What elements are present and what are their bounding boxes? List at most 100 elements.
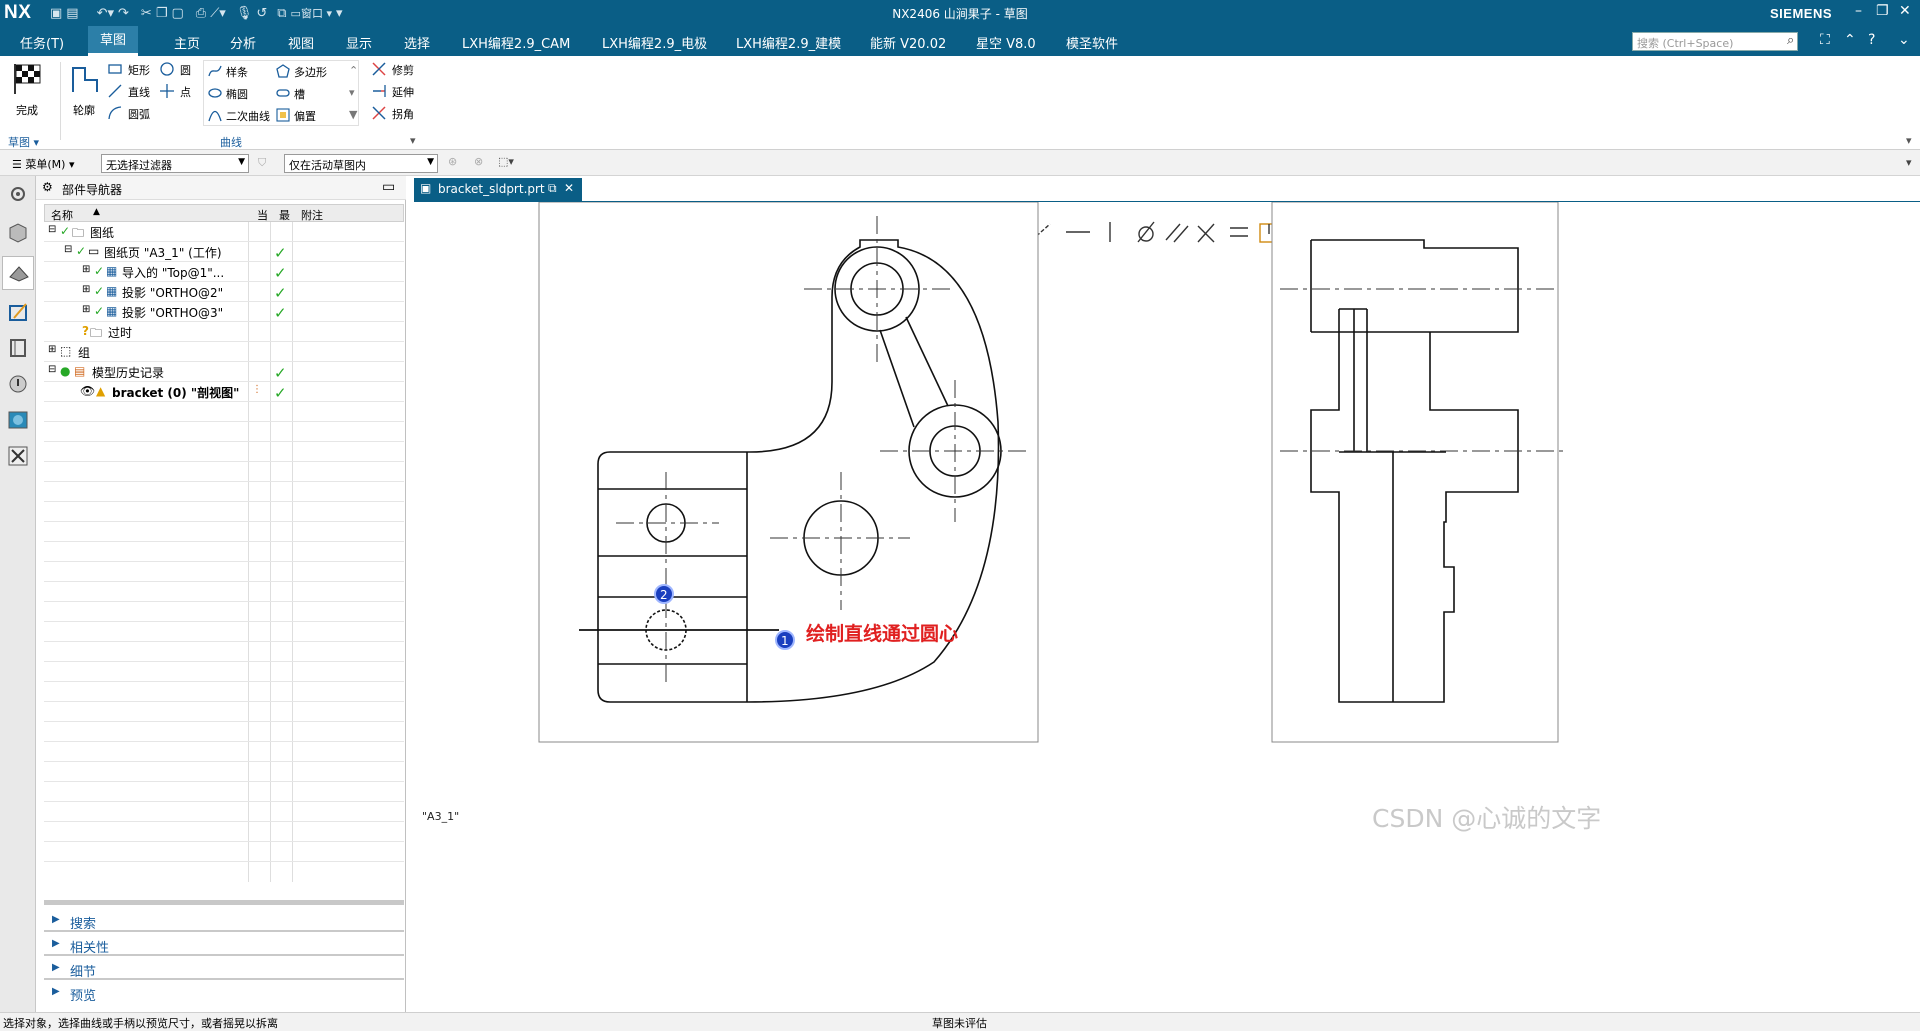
tab-view[interactable]: 视图	[288, 33, 314, 52]
section-details[interactable]: ▶ 细节	[44, 958, 404, 980]
close-icon[interactable]: ✕	[1899, 3, 1911, 19]
tree-row-imported-view[interactable]: ⊞ ✓ ▦ 导入的 "Top@1"... ✓	[44, 262, 404, 282]
collapse-icon[interactable]: ⊟	[48, 224, 56, 235]
pin-icon[interactable]: ⧉	[548, 181, 557, 196]
polygon-tool[interactable]: 多边形	[276, 62, 342, 80]
tab-display[interactable]: 显示	[346, 33, 372, 52]
minimize-icon[interactable]: –	[1855, 3, 1862, 19]
tab-xingkong[interactable]: 星空 V8.0	[976, 33, 1036, 52]
column-name[interactable]: 名称	[51, 207, 73, 223]
section-search[interactable]: ▶ 搜索	[44, 910, 404, 932]
equal-length-icon[interactable]	[1230, 227, 1248, 237]
column-latest[interactable]: 最	[279, 207, 290, 223]
sketch-group-label[interactable]: 草图 ▾	[8, 134, 39, 150]
expand-icon[interactable]: ⊞	[48, 344, 56, 355]
tree-row-model-history[interactable]: ⊟ ● ▤ 模型历史记录 ✓	[44, 362, 404, 382]
finish-button[interactable]: 完成	[8, 60, 48, 124]
expand-icon[interactable]: ⊞	[82, 304, 90, 315]
ellipse-tool[interactable]: 椭圆	[208, 84, 274, 102]
search-icon[interactable]: ⌕	[1787, 33, 1794, 48]
tree-row-projection-3[interactable]: ⊞ ✓ ▦ 投影 "ORTHO@3" ✓	[44, 302, 404, 322]
spline-tool[interactable]: 样条	[208, 62, 274, 80]
tab-home[interactable]: 主页	[174, 33, 200, 52]
outline-button[interactable]: 轮廓	[66, 60, 104, 124]
tree-row-bracket-sketch[interactable]: 👁 ▲ bracket (0) "剖视图" ⋮ ✓	[44, 382, 404, 402]
selection-intent-icon[interactable]: ⬚▾	[498, 155, 514, 168]
expand-icon[interactable]: ⊞	[82, 264, 90, 275]
curve-group-more-icon[interactable]: ▾	[410, 134, 416, 147]
tree-row-group[interactable]: ⊞ ⬚ 组	[44, 342, 404, 362]
snap-point-icon[interactable]: ⊛	[448, 155, 457, 168]
offset-tool[interactable]: 偏置	[276, 106, 342, 124]
menu-button[interactable]: ☰ 菜单(M) ▾	[12, 156, 74, 172]
collapse-ribbon-icon[interactable]: ⌃	[1844, 32, 1856, 48]
reuse-library-icon[interactable]	[6, 336, 30, 360]
tree-row-drawing[interactable]: ⊟ ✓ 🗀 图纸	[44, 222, 404, 242]
settings-icon[interactable]	[6, 182, 30, 206]
panel-splitter[interactable]	[44, 900, 404, 905]
fullscreen-icon[interactable]: ⛶	[1820, 32, 1830, 48]
perpendicular-icon[interactable]	[1197, 223, 1215, 243]
part-navigator-rail-button[interactable]	[2, 256, 34, 290]
curve-group-label[interactable]: 曲线	[220, 134, 242, 150]
drawing-view-border-side[interactable]	[1271, 202, 1559, 743]
tab-nengxin[interactable]: 能新 V20.02	[870, 33, 946, 52]
column-notes[interactable]: 附注	[301, 207, 323, 223]
tree-row-sheet[interactable]: ⊟ ✓ ▭ 图纸页 "A3_1" (工作) ✓	[44, 242, 404, 262]
tab-lxh-modeling[interactable]: LXH编程2.9_建模	[736, 33, 841, 52]
arc-tool[interactable]: 圆弧	[108, 104, 158, 122]
maximize-panel-icon[interactable]: ▭	[382, 179, 395, 195]
history-icon[interactable]	[6, 372, 30, 396]
gallery-expand-icon[interactable]: ▼	[349, 108, 357, 121]
extend-tool[interactable]: 延伸	[372, 82, 422, 100]
tab-analysis[interactable]: 分析	[230, 33, 256, 52]
assembly-navigator-icon[interactable]	[6, 220, 30, 244]
eye-icon[interactable]: 👁	[80, 384, 95, 398]
conic-tool[interactable]: 二次曲线	[208, 106, 274, 124]
filter-reset-icon[interactable]: ⛉	[258, 156, 266, 170]
line-tool[interactable]: 直线	[108, 82, 158, 100]
document-tab[interactable]: ▣ bracket_sldprt.prt ⧉ ✕	[414, 178, 582, 201]
tab-select[interactable]: 选择	[404, 33, 430, 52]
collapse-icon[interactable]: ⊟	[64, 244, 72, 255]
parallel-icon[interactable]	[1165, 223, 1189, 243]
section-dependencies[interactable]: ▶ 相关性	[44, 934, 404, 956]
tab-lxh-electrode[interactable]: LXH编程2.9_电极	[602, 33, 707, 52]
drafting-navigator-icon[interactable]	[6, 300, 30, 324]
tree-row-projection-2[interactable]: ⊞ ✓ ▦ 投影 "ORTHO@2" ✓	[44, 282, 404, 302]
sort-ascending-icon[interactable]: ▲	[93, 207, 100, 217]
collapse-icon[interactable]: ⊟	[48, 364, 56, 375]
tab-lxh-cam[interactable]: LXH编程2.9_CAM	[462, 33, 570, 52]
slot-tool[interactable]: 槽	[276, 84, 342, 102]
scroll-down-icon[interactable]: ▾	[349, 86, 355, 99]
tab-sketch[interactable]: 草图	[88, 26, 139, 56]
drawing-view-border-front[interactable]	[538, 202, 1039, 743]
more-icon[interactable]: ⌄	[1898, 32, 1910, 48]
close-tab-icon[interactable]: ✕	[564, 181, 574, 195]
tab-mosheng[interactable]: 模圣软件	[1066, 33, 1118, 52]
scroll-up-icon[interactable]: ⌃	[349, 64, 358, 77]
command-search-input[interactable]: 搜索 (Ctrl+Space)	[1632, 32, 1798, 51]
web-browser-icon[interactable]	[6, 408, 30, 432]
rectangle-tool[interactable]: 矩形	[108, 60, 158, 78]
point-tool[interactable]: 点	[160, 82, 200, 100]
tree-row-outdated[interactable]: ? 🗀 过时	[44, 322, 404, 342]
corner-tool[interactable]: 拐角	[372, 104, 422, 122]
expand-icon[interactable]: ⊞	[82, 284, 90, 295]
help-icon[interactable]: ?	[1868, 32, 1875, 48]
selection-scope-select[interactable]: 仅在活动草图内 ▼	[284, 154, 438, 173]
tab-task[interactable]: 任务(T)	[20, 33, 64, 52]
filterbar-more-icon[interactable]: ▾	[1906, 156, 1912, 169]
graphics-window[interactable]: ▾	[414, 201, 1920, 1010]
tangent-icon[interactable]	[1137, 221, 1155, 243]
circle-tool[interactable]: 圆	[160, 60, 200, 78]
snap-settings-icon[interactable]: ⊗	[474, 155, 483, 168]
ribbon-more-icon[interactable]: ▾	[1906, 134, 1912, 147]
type-filter-select[interactable]: 无选择过滤器 ▼	[101, 154, 249, 173]
drawing-canvas[interactable]: ▾	[414, 202, 1920, 1011]
trim-tool[interactable]: 修剪	[372, 60, 422, 78]
column-current[interactable]: 当	[257, 207, 268, 223]
section-preview[interactable]: ▶ 预览	[44, 982, 404, 1004]
restore-icon[interactable]: ❐	[1876, 3, 1889, 19]
tools-icon[interactable]	[6, 444, 30, 468]
